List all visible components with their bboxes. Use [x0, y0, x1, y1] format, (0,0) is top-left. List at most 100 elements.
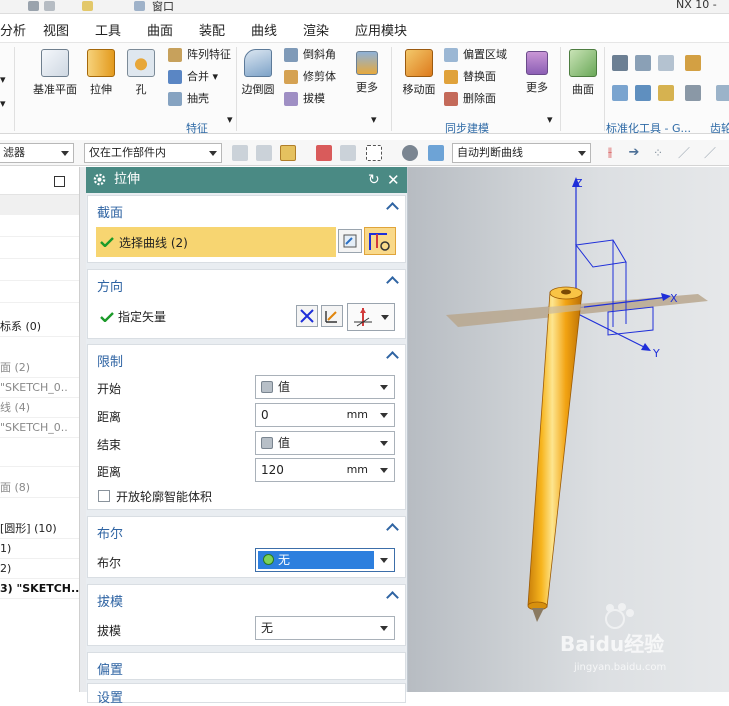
std-tool-icon[interactable] [612, 85, 628, 101]
list-item[interactable]: 2) [0, 559, 79, 579]
menu-render[interactable]: 渲染 [303, 20, 329, 39]
close-icon[interactable]: ✕ [387, 167, 400, 193]
list-item[interactable]: 线 (4) [0, 398, 79, 418]
select-curve-row[interactable]: 选择曲线 (2) [96, 227, 336, 257]
menu-assembly[interactable]: 装配 [199, 20, 225, 39]
surface-button[interactable]: 曲面 [566, 49, 600, 97]
draft-title[interactable]: 拔模 [97, 591, 123, 610]
menu-view[interactable]: 视图 [43, 20, 69, 39]
selection-icon[interactable] [256, 145, 272, 161]
menu-analysis[interactable]: 分析 [0, 20, 26, 39]
selection-icon[interactable] [232, 145, 248, 161]
vector-type-combo[interactable] [347, 303, 395, 331]
list-item[interactable] [0, 447, 79, 467]
delete-face-button[interactable]: 删除面 [444, 90, 496, 108]
hole-button[interactable]: 孔 [124, 49, 158, 97]
list-item[interactable]: [圆形] (10) [0, 519, 79, 539]
extrude-button[interactable]: 拉伸 [84, 49, 118, 97]
collapse-icon[interactable] [386, 351, 399, 364]
replace-face-button[interactable]: 替换面 [444, 68, 496, 86]
std-tool-icon[interactable] [685, 55, 701, 71]
type-filter-combo[interactable]: 滤器 [0, 143, 74, 163]
line-icon[interactable]: ／ [676, 145, 692, 161]
feature-curve-icon[interactable]: ⁘ [650, 145, 666, 161]
std-tool-icon[interactable] [658, 85, 674, 101]
shell-button[interactable]: 抽壳 [168, 90, 209, 108]
sync-group-expand[interactable]: ▾ [547, 111, 553, 129]
edge-blend-button[interactable]: 边倒圆 [240, 49, 276, 97]
window-icon[interactable] [134, 1, 145, 11]
collapse-icon[interactable] [386, 202, 399, 215]
std-tool-icon[interactable] [658, 55, 674, 71]
menu-curve[interactable]: 曲线 [251, 20, 277, 39]
extruded-cylinder[interactable] [527, 291, 583, 608]
collapse-icon[interactable] [386, 276, 399, 289]
boolean-title[interactable]: 布尔 [97, 523, 123, 542]
feature-group-expand[interactable]: ▾ [227, 111, 233, 129]
quick-access-icon[interactable] [44, 1, 55, 11]
maximize-icon[interactable] [54, 176, 65, 187]
menu-tools[interactable]: 工具 [95, 20, 121, 39]
ribbon-scroll-chevron[interactable]: ▾ [0, 95, 6, 113]
std-tool-icon[interactable] [685, 85, 701, 101]
list-item[interactable]: 面 (2) [0, 358, 79, 378]
chamfer-button[interactable]: 倒斜角 [284, 46, 336, 64]
list-item[interactable] [0, 261, 79, 281]
sync-more-button[interactable]: 更多 [522, 51, 552, 95]
list-item[interactable]: 3) "SKETCH.. [0, 579, 79, 599]
start-distance-input[interactable]: 0 mm [255, 403, 395, 427]
pattern-feature-button[interactable]: 阵列特征 [168, 46, 231, 64]
menu-surface[interactable]: 曲面 [147, 20, 173, 39]
boolean-select[interactable]: 无 [255, 548, 395, 572]
menu-application[interactable]: 应用模块 [355, 20, 407, 39]
draft-select[interactable]: 无 [255, 616, 395, 640]
selection-icon[interactable] [402, 145, 418, 161]
list-item[interactable] [0, 283, 79, 303]
std-tool-icon[interactable] [635, 55, 651, 71]
snap-icon[interactable] [280, 145, 296, 161]
graphics-viewport[interactable]: Z X Y Baidu经验 jingyan.baidu.com [408, 167, 729, 692]
draft-button[interactable]: 拔模 [284, 90, 325, 108]
list-item[interactable] [0, 239, 79, 259]
list-item[interactable]: 标系 (0) [0, 317, 79, 337]
direction-title[interactable]: 方向 [97, 276, 123, 295]
snap-icon[interactable] [316, 145, 332, 161]
ribbon-scroll-chevron[interactable]: ▾ [0, 71, 6, 89]
curve-selector-button[interactable] [364, 227, 396, 255]
edge-group-expand[interactable]: ▾ [371, 111, 377, 129]
list-item[interactable]: "SKETCH_0.. [0, 418, 79, 438]
offset-title[interactable]: 偏置 [97, 659, 123, 678]
std-tool-icon[interactable] [612, 55, 628, 71]
list-item[interactable] [0, 195, 79, 215]
rectangle-select-icon[interactable] [366, 145, 382, 161]
line-icon[interactable]: ／ [702, 145, 718, 161]
std-tool-icon[interactable] [635, 85, 651, 101]
collapse-icon[interactable] [386, 591, 399, 604]
list-item[interactable]: 1) [0, 539, 79, 559]
stop-at-intersection-icon[interactable]: ⫲ [602, 145, 618, 161]
unite-button[interactable]: 合并 ▾ [168, 68, 218, 86]
settings-title[interactable]: 设置 [97, 687, 123, 706]
collapse-icon[interactable] [386, 523, 399, 536]
curve-rule-combo[interactable]: 自动判断曲线 [452, 143, 591, 163]
end-type-select[interactable]: 值 [255, 431, 395, 455]
reverse-direction-button[interactable] [296, 305, 318, 327]
window-menu-label[interactable]: 窗口 [152, 0, 174, 14]
cube-icon[interactable] [428, 145, 444, 161]
vector-dialog-button[interactable] [321, 305, 343, 327]
star-icon[interactable] [82, 1, 93, 11]
selection-icon[interactable] [340, 145, 356, 161]
list-item[interactable] [0, 217, 79, 237]
limits-title[interactable]: 限制 [97, 351, 123, 370]
list-item[interactable]: 面 (8) [0, 478, 79, 498]
trim-body-button[interactable]: 修剪体 [284, 68, 336, 86]
follow-fillet-icon[interactable]: ➔ [626, 145, 642, 161]
datum-plane-button[interactable]: 基准平面 [31, 49, 79, 97]
scope-combo[interactable]: 仅在工作部件内 [84, 143, 222, 163]
end-distance-input[interactable]: 120 mm [255, 458, 395, 482]
offset-region-button[interactable]: 偏置区域 [444, 46, 507, 64]
start-type-select[interactable]: 值 [255, 375, 395, 399]
move-face-button[interactable]: 移动面 [400, 49, 438, 97]
list-item[interactable]: "SKETCH_0.. [0, 378, 79, 398]
sketch-section-button[interactable] [338, 229, 362, 253]
